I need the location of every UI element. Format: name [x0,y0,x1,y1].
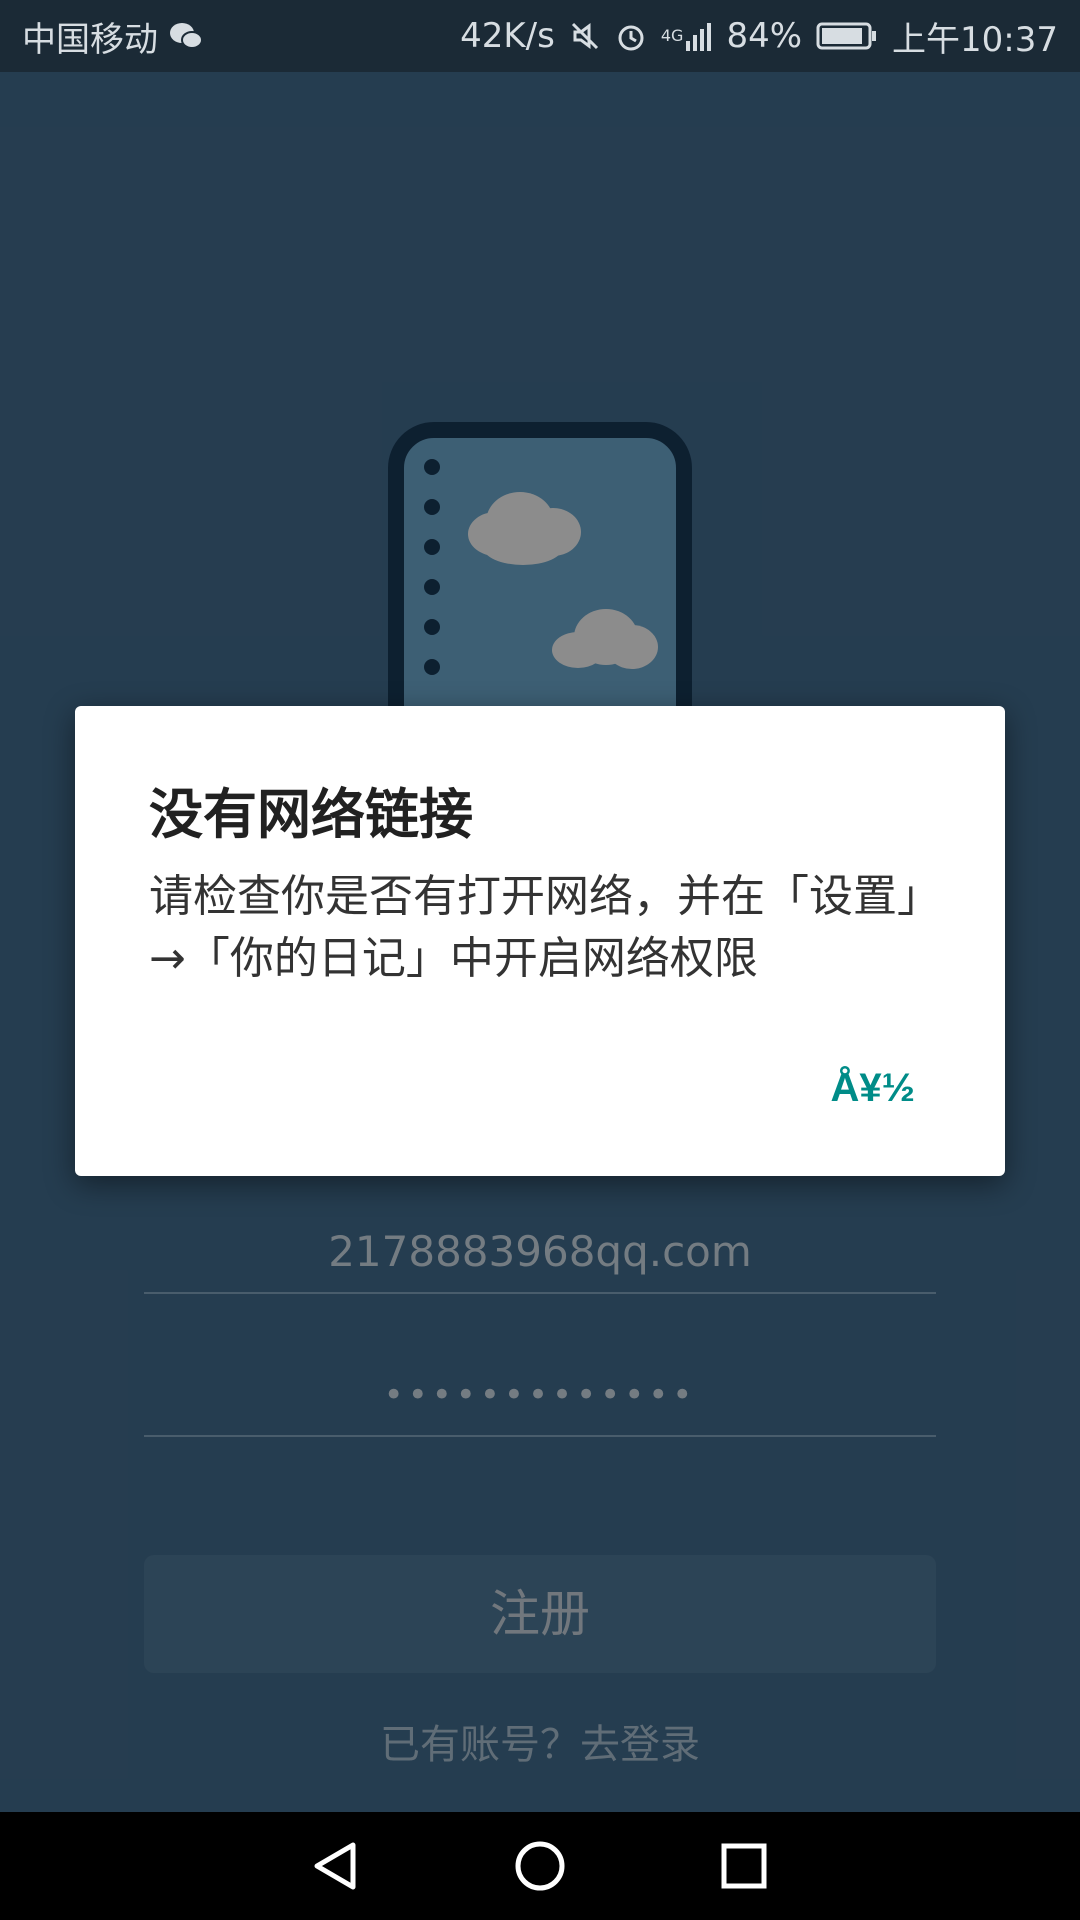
wechat-icon [168,20,204,52]
battery-icon [816,21,878,51]
no-network-dialog: 没有网络链接 请检查你是否有打开网络，并在「设置」→「你的日记」中开启网络权限 … [75,706,1005,1176]
mute-icon [569,20,601,52]
alarm-icon [615,20,647,52]
battery-percent: 84% [726,16,803,56]
back-icon[interactable] [309,1839,363,1893]
home-icon[interactable] [513,1839,567,1893]
dialog-message: 请检查你是否有打开网络，并在「设置」→「你的日记」中开启网络权限 [149,871,919,984]
status-bar: 中国移动 42K/s 4G 84% 上午10:37 [0,0,1080,72]
carrier-name: 中国移动 [22,19,158,60]
clock: 上午10:37 [892,19,1058,60]
signal-icon: 4G [661,21,713,51]
navigation-bar [0,1812,1080,1920]
dialog-title: 没有网络链接 [149,783,473,846]
dialog-ok-button[interactable]: Å¥½ [831,1066,916,1111]
net-speed: 42K/s [460,16,555,56]
network-type: 4G [660,26,684,45]
recents-icon[interactable] [717,1839,771,1893]
